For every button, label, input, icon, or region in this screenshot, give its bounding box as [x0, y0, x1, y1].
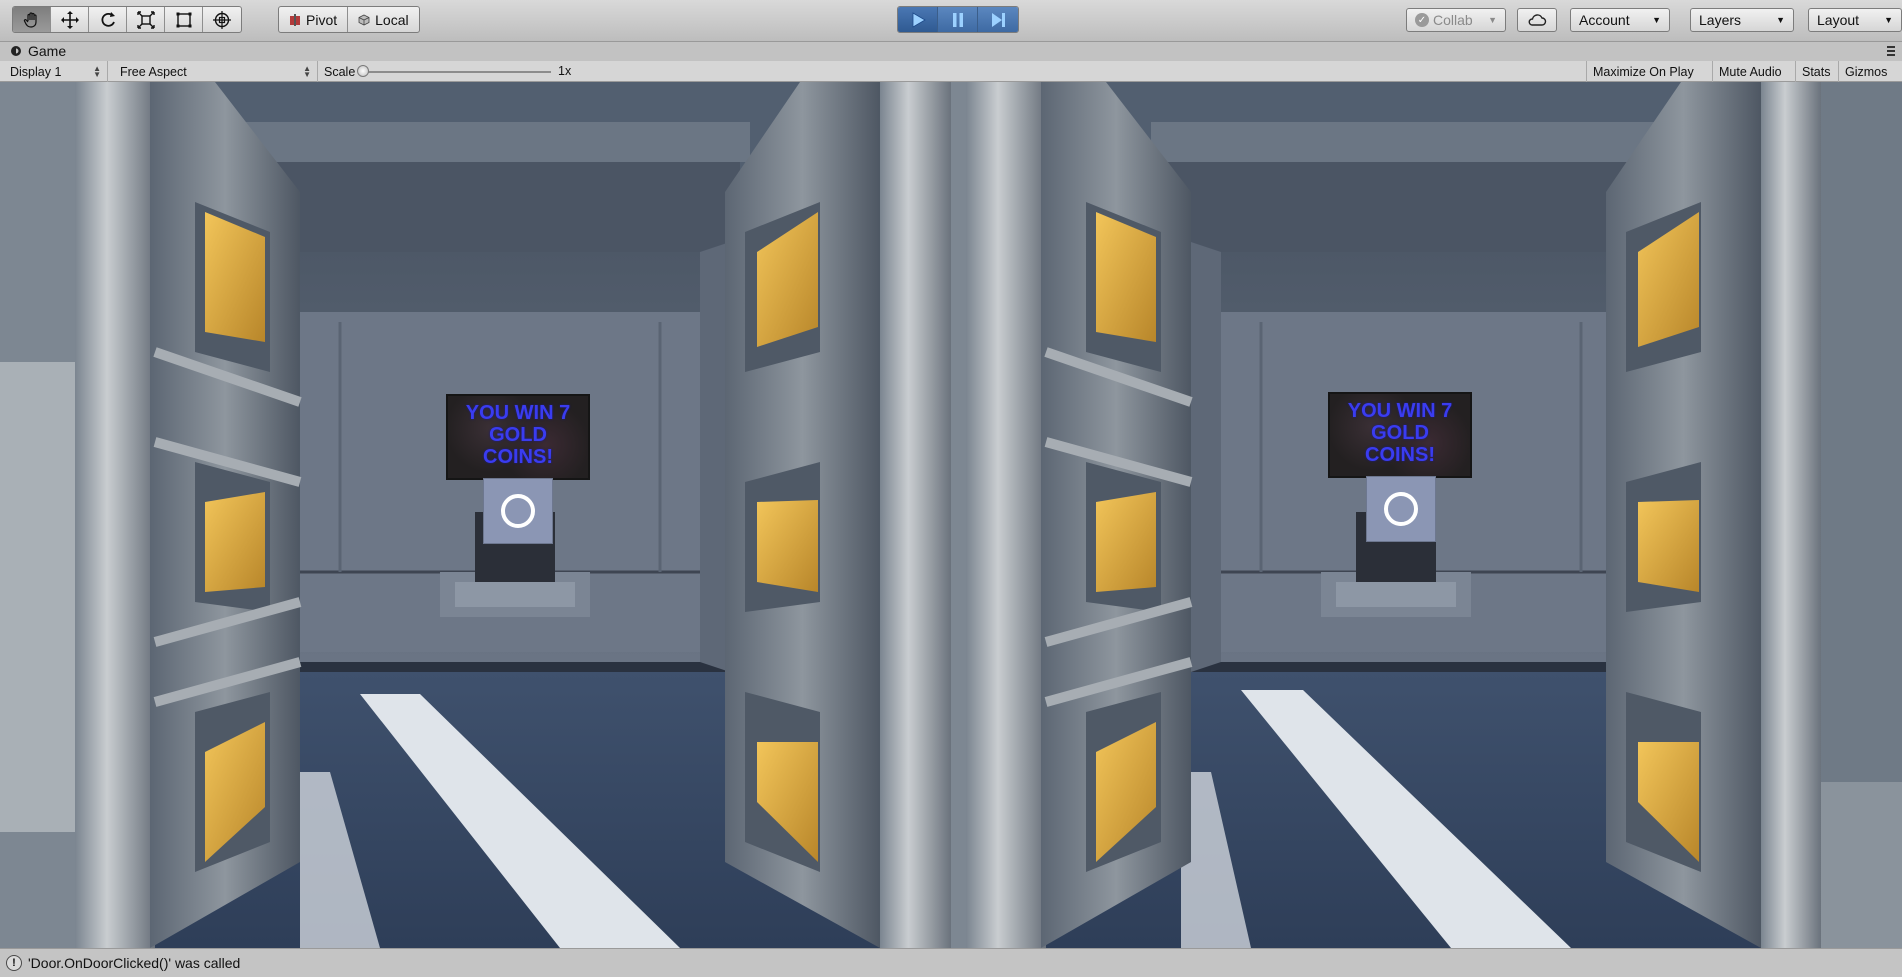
- maximize-on-play-toggle[interactable]: Maximize On Play: [1586, 61, 1700, 82]
- gaze-reticle-card: [483, 478, 553, 544]
- win-sign: YOU WIN 7 GOLD COINS!: [446, 394, 590, 480]
- gizmos-dropdown[interactable]: Gizmos: [1838, 61, 1893, 82]
- local-label: Local: [375, 11, 409, 28]
- game-view-toolbar: Display 1 ▲ ▼ Free Aspect ▲ ▼ Scale 1x Max…: [0, 61, 1902, 82]
- rect-tool-button[interactable]: [165, 7, 203, 32]
- game-tab-bar: Game: [0, 42, 1902, 61]
- layers-label: Layers: [1699, 12, 1742, 28]
- aspect-select[interactable]: Free Aspect ▲ ▼: [114, 61, 318, 82]
- pause-icon: [952, 12, 963, 27]
- game-controller-icon: [10, 45, 22, 57]
- sign-line: GOLD: [489, 424, 547, 446]
- maximize-label: Maximize On Play: [1593, 64, 1694, 79]
- display-select[interactable]: Display 1 ▲ ▼: [4, 61, 108, 82]
- transform-tools: [12, 6, 242, 33]
- scale-icon: [136, 10, 155, 29]
- stats-toggle[interactable]: Stats: [1795, 61, 1837, 82]
- collab-dropdown[interactable]: ✓ Collab ▼: [1406, 8, 1506, 32]
- display-value: Display 1: [10, 64, 62, 79]
- scale-slider-thumb[interactable]: [357, 65, 369, 77]
- stats-label: Stats: [1802, 64, 1831, 79]
- info-icon: !: [6, 955, 22, 971]
- move-tool-button[interactable]: [51, 7, 89, 32]
- pause-button[interactable]: [938, 7, 978, 32]
- sign-line: GOLD: [1371, 422, 1429, 444]
- status-message: 'Door.OnDoorClicked()' was called: [28, 955, 241, 971]
- chevron-down-icon: ▼: [1776, 15, 1785, 25]
- sign-line: YOU WIN 7: [465, 402, 571, 424]
- layout-dropdown[interactable]: Layout ▼: [1808, 8, 1902, 32]
- tab-game[interactable]: Game: [10, 43, 66, 59]
- layers-dropdown[interactable]: Layers ▼: [1690, 8, 1794, 32]
- pivot-toggles: Pivot Local: [278, 6, 420, 33]
- local-cube-icon: [358, 14, 370, 26]
- gizmos-label: Gizmos: [1845, 64, 1888, 79]
- cloud-button[interactable]: [1517, 8, 1557, 32]
- sign-line: COINS!: [1365, 444, 1435, 466]
- account-label: Account: [1579, 12, 1630, 28]
- tab-menu-icon[interactable]: [1886, 44, 1896, 62]
- transform-icon: [213, 10, 231, 29]
- transform-tool-button[interactable]: [203, 7, 241, 32]
- tab-game-label: Game: [28, 43, 67, 59]
- scene-render-left: [0, 82, 951, 948]
- scale-control: Scale 1x: [318, 61, 588, 82]
- local-button[interactable]: Local: [348, 7, 418, 32]
- scale-tool-button[interactable]: [127, 7, 165, 32]
- scale-value: 1x: [558, 64, 572, 78]
- scale-label: Scale: [324, 64, 356, 79]
- reticle-ring-icon: [1384, 492, 1418, 526]
- rect-icon: [176, 12, 191, 27]
- step-button[interactable]: [978, 7, 1018, 32]
- console-status-bar[interactable]: ! 'Door.OnDoorClicked()' was called: [0, 948, 1902, 977]
- game-viewport[interactable]: YOU WIN 7 GOLD COINS! YOU WIN 7 GOLD COI…: [0, 82, 1902, 948]
- layout-label: Layout: [1817, 12, 1860, 28]
- main-toolbar: Pivot Local ✓ Collab ▼ Account ▼ Layers: [0, 0, 1902, 42]
- updown-arrows-icon: ▲ ▼: [93, 63, 101, 79]
- updown-arrows-icon: ▲ ▼: [303, 63, 311, 79]
- collab-label: Collab: [1433, 12, 1473, 28]
- scale-slider-track[interactable]: [363, 71, 551, 73]
- step-icon: [992, 12, 1005, 27]
- chevron-down-icon: ▼: [1488, 15, 1497, 25]
- reticle-ring-icon: [501, 494, 535, 528]
- win-sign: YOU WIN 7 GOLD COINS!: [1328, 392, 1472, 478]
- mute-label: Mute Audio: [1719, 64, 1782, 79]
- chevron-down-icon: ▼: [1652, 15, 1661, 25]
- chevron-down-icon: ▼: [1884, 15, 1893, 25]
- sign-line: YOU WIN 7: [1347, 400, 1453, 422]
- mute-audio-toggle[interactable]: Mute Audio: [1712, 61, 1788, 82]
- rotate-icon: [101, 11, 115, 27]
- pivot-button[interactable]: Pivot: [279, 7, 349, 32]
- rotate-tool-button[interactable]: [89, 7, 127, 32]
- hand-icon: [23, 11, 37, 28]
- account-dropdown[interactable]: Account ▼: [1570, 8, 1670, 32]
- aspect-value: Free Aspect: [120, 64, 187, 79]
- hand-tool-button[interactable]: [13, 7, 51, 32]
- play-button[interactable]: [898, 7, 938, 32]
- left-eye-view: YOU WIN 7 GOLD COINS!: [0, 82, 951, 948]
- pivot-label: Pivot: [306, 11, 338, 28]
- check-icon: ✓: [1415, 13, 1429, 27]
- play-icon: [912, 11, 926, 28]
- sign-line: COINS!: [483, 446, 553, 468]
- move-icon: [60, 10, 79, 29]
- right-eye-view: YOU WIN 7 GOLD COINS!: [951, 82, 1902, 948]
- pivot-icon: [289, 13, 301, 26]
- gaze-reticle-card: [1366, 476, 1436, 542]
- playback-controls: [897, 6, 1019, 33]
- cloud-icon: [1528, 14, 1547, 26]
